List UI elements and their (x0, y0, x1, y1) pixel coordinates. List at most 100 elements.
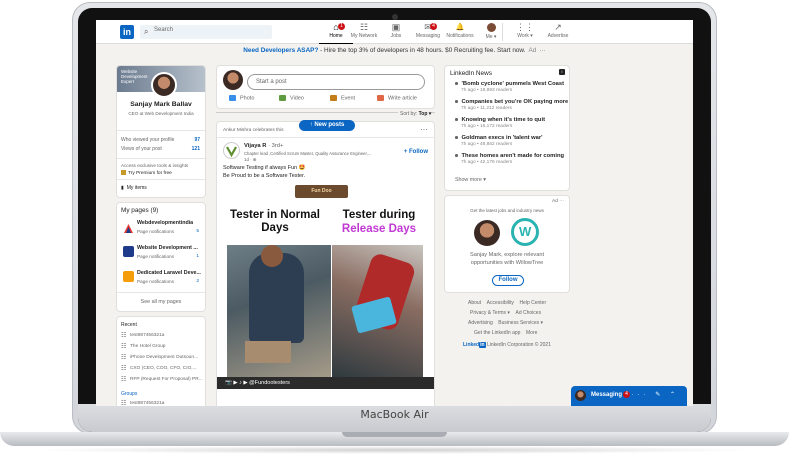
sort-dropdown[interactable]: Sort by: Top ▾ (398, 111, 432, 117)
profile-card: Website Development Expert Sanjay Mark B… (116, 65, 206, 198)
tester-figure-left (249, 253, 304, 343)
footer-link-advertising[interactable]: Advertising (468, 320, 493, 326)
recent-item[interactable]: test987456321a (130, 333, 164, 338)
profile-name[interactable]: Sanjay Mark Ballav (117, 101, 205, 108)
nav-work[interactable]: ⋮⋮ Work ▾ (508, 22, 542, 44)
news-meta: 7h ago • 19,893 readers (461, 88, 513, 93)
group-icon: ☷ (121, 333, 127, 339)
photo-button[interactable]: Photo (229, 95, 254, 101)
footer-link-about[interactable]: About (468, 300, 481, 306)
news-title: LinkedIn News (450, 70, 492, 77)
follow-button[interactable]: + Follow (404, 149, 428, 155)
promo-banner[interactable]: Need Developers ASAP? - Hire the top 3% … (96, 47, 693, 54)
page-item-sub[interactable]: Page notifications (137, 229, 174, 234)
nav-jobs[interactable]: ▣ Jobs (379, 22, 413, 44)
screen: in ⌕ Search ⌂ 1 Home ☷ My Network ▣ Jobs… (96, 20, 693, 406)
post-time: 1d · ⊕ (244, 157, 257, 162)
fun-doo-badge: Fun Doo (295, 185, 348, 198)
footer-link-get-app[interactable]: Get the LinkedIn app (474, 330, 520, 336)
footer-row-2: Privacy & Terms ▾ Ad Choices (470, 310, 541, 316)
article-icon (377, 95, 384, 101)
ad-text-line-2: opportunities with WillowTree (470, 260, 544, 266)
ad-text-line-1: Sanjay Mark, explore relevant (470, 252, 544, 258)
write-article-label: Write article (388, 95, 417, 102)
post-views-count[interactable]: 121 (192, 146, 200, 152)
ad-tagline: Get the latest jobs and industry news (470, 208, 544, 213)
footer-link-more[interactable]: More (526, 330, 537, 336)
footer-copyright-row: Linkedin LinkedIn Corporation © 2021 (463, 342, 551, 348)
viewed-profile-label[interactable]: Who viewed your profile (121, 137, 174, 143)
box-left (245, 341, 291, 363)
info-icon[interactable]: i (559, 69, 565, 75)
avatar[interactable] (223, 70, 243, 90)
news-item[interactable]: Goldman execs in 'talent war' 7h ago • 48… (455, 135, 543, 147)
nav-my-network[interactable]: ☷ My Network (347, 22, 381, 44)
post-views-label[interactable]: Views of your post (121, 146, 162, 152)
home-badge: 1 (338, 23, 345, 30)
my-items-link[interactable]: ▮ My items (121, 185, 147, 191)
news-item[interactable]: 'Bomb cyclone' pummels West Coast 7h ago … (455, 81, 564, 93)
wordmark-linked: Linked (463, 342, 480, 348)
viewed-profile-count[interactable]: 97 (194, 137, 200, 143)
premium-link[interactable]: Try Premium for free (121, 170, 172, 176)
recent-item[interactable]: RFP (Request For Proposal) PR... (130, 377, 203, 382)
news-headline: Companies bet you're OK paying more (461, 99, 569, 105)
nav-notifications-label: Notifications (446, 33, 474, 39)
new-posts-button[interactable]: ↑ New posts (299, 120, 355, 131)
news-item[interactable]: Knowing when it's time to quit 7h ago • 1… (455, 117, 545, 129)
start-post-input[interactable]: Start a post (247, 74, 425, 90)
footer-link-privacy[interactable]: Privacy & Terms ▾ (470, 310, 510, 316)
footer-link-business-services[interactable]: Business Services ▾ (498, 320, 543, 326)
page-item-sub[interactable]: Page notifications (137, 279, 174, 284)
ad-label[interactable]: Ad ··· (552, 199, 564, 204)
nav-home-label: Home (329, 33, 343, 39)
search-input[interactable]: ⌕ Search (140, 25, 272, 39)
footer-link-ad-choices[interactable]: Ad Choices (516, 310, 542, 316)
page-item-name[interactable]: Dedicated Laravel Deve... (137, 270, 201, 276)
linkedin-logo[interactable]: in (120, 25, 134, 39)
recent-item[interactable]: CXO (CEO, COO, CFO, CIO,... (130, 366, 197, 371)
recent-item[interactable]: iPhone Development Outsoun... (130, 355, 198, 360)
see-all-pages-link[interactable]: See all my pages (117, 299, 205, 305)
video-button[interactable]: Video (279, 95, 304, 101)
linkedin-news-card: LinkedIn News i 'Bomb cyclone' pummels W… (444, 65, 570, 191)
author-logo[interactable] (223, 142, 240, 159)
profile-photo[interactable] (151, 72, 177, 98)
footer-link-help-center[interactable]: Help Center (519, 300, 546, 306)
page-item-sub[interactable]: Page notifications (137, 254, 174, 259)
promo-more-icon[interactable]: ··· (539, 47, 545, 54)
write-article-button[interactable]: Write article (377, 95, 417, 101)
news-item[interactable]: These homes aren't made for coming 7h ago… (455, 153, 564, 165)
my-pages-card: My pages (9) Webdevelopmentindia Page no… (116, 202, 206, 312)
footer-link-accessibility[interactable]: Accessibility (487, 300, 514, 306)
page-item-name[interactable]: Webdevelopmentindia (137, 220, 193, 226)
messaging-badge: 4 (623, 391, 630, 398)
bullet-icon (455, 118, 458, 121)
messaging-actions-icon[interactable]: ··· ✎ ⌃ (632, 391, 679, 398)
messaging-bar[interactable]: Messaging 4 ··· ✎ ⌃ (571, 386, 687, 406)
ad-follow-button[interactable]: Follow (492, 275, 524, 286)
page-item-name[interactable]: Website Development ... (137, 245, 198, 251)
nav-messaging[interactable]: ✉ 4 Messaging (411, 22, 445, 44)
event-button[interactable]: Event (330, 95, 355, 101)
post-image[interactable]: Fun Doo Tester in Normal Days Tester dur… (217, 182, 434, 395)
my-items-label: My items (126, 185, 147, 191)
post-more-icon[interactable]: ··· (420, 125, 428, 134)
show-more-button[interactable]: Show more ▾ (455, 177, 486, 183)
page-item-count[interactable]: 5 (196, 229, 199, 234)
promo-link[interactable]: Need Developers ASAP? (243, 47, 318, 54)
recent-item[interactable]: The Hotel Group (130, 344, 165, 349)
page-item-count[interactable]: 2 (196, 279, 199, 284)
groups-title[interactable]: Groups (121, 391, 137, 397)
author-line[interactable]: Vijaya R · 3rd+ (244, 143, 283, 149)
nav-notifications[interactable]: 🔔 Notifications (443, 22, 477, 44)
page-item-count[interactable]: 1 (196, 254, 199, 259)
nav-advertise[interactable]: ↗ Advertise (541, 22, 575, 44)
top-nav: in ⌕ Search ⌂ 1 Home ☷ My Network ▣ Jobs… (96, 20, 693, 44)
news-item[interactable]: Companies bet you're OK paying more 7h ag… (455, 99, 568, 111)
celebrates-line: Ankur Mishra celebrates this (223, 128, 284, 133)
news-meta: 7h ago • 48,862 readers (461, 142, 513, 147)
device-label: MacBook Air (360, 408, 429, 421)
group-item[interactable]: test987456321a (130, 401, 164, 406)
bullet-icon (455, 154, 458, 157)
